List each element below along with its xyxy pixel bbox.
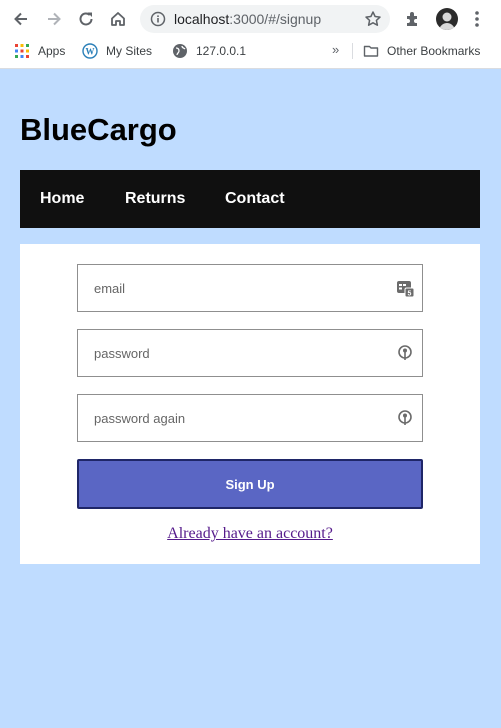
url-path: :3000/#/signup	[229, 11, 322, 27]
autofill-card-icon[interactable]: 5	[396, 279, 414, 297]
wordpress-icon: W	[82, 43, 98, 59]
browser-toolbar: localhost:3000/#/signup	[0, 0, 501, 38]
sign-up-button[interactable]: Sign Up	[77, 459, 423, 509]
browser-chrome: localhost:3000/#/signup Apps W My Sites …	[0, 0, 501, 69]
apps-grid-icon	[15, 44, 29, 58]
bookmark-star-icon[interactable]	[364, 10, 382, 28]
bookmark-other-bookmarks[interactable]: Other Bookmarks	[363, 42, 480, 60]
bookmark-label: My Sites	[106, 44, 153, 58]
url-host: localhost	[174, 11, 230, 27]
reload-icon	[79, 12, 93, 26]
password-field	[77, 329, 423, 377]
url-text: localhost:3000/#/signup	[174, 11, 321, 27]
home-icon	[111, 12, 125, 26]
forward-button[interactable]	[42, 7, 66, 31]
login-link[interactable]: Already have an account?	[20, 525, 480, 543]
nav-returns-link[interactable]: Returns	[125, 189, 185, 209]
password-input[interactable]	[78, 330, 394, 376]
email-input[interactable]	[78, 265, 394, 311]
svg-text:5: 5	[408, 291, 412, 298]
main-navigation: Home Returns Contact	[20, 170, 480, 228]
forward-arrow-icon	[48, 12, 61, 26]
email-field: 5	[77, 264, 423, 312]
back-arrow-icon	[14, 12, 27, 26]
info-icon[interactable]	[150, 11, 166, 27]
profile-avatar[interactable]	[436, 8, 458, 30]
bookmarks-bar: Apps W My Sites 127.0.0.1 » Other Bookma…	[0, 38, 501, 64]
browser-menu-icon[interactable]	[474, 10, 480, 28]
home-button[interactable]	[106, 7, 130, 31]
nav-home-link[interactable]: Home	[40, 189, 84, 209]
bookmark-label: Apps	[38, 44, 66, 58]
reload-button[interactable]	[74, 7, 98, 31]
bookmarks-divider	[352, 43, 353, 59]
bookmark-label: 127.0.0.1	[196, 44, 247, 58]
profile-photo-icon	[439, 12, 455, 30]
bookmark-my-sites[interactable]: W My Sites	[82, 42, 152, 60]
svg-text:W: W	[86, 47, 95, 57]
folder-icon	[363, 45, 379, 57]
extensions-puzzle-icon[interactable]	[403, 9, 423, 29]
signup-form: 5 Sign Up Already have an account?	[20, 244, 480, 564]
password-again-input[interactable]	[78, 395, 394, 441]
more-bookmarks-button[interactable]: »	[332, 42, 339, 57]
bookmark-label: Other Bookmarks	[387, 44, 481, 58]
back-button[interactable]	[9, 7, 33, 31]
password-again-field	[77, 394, 423, 442]
site-title: BlueCargo	[20, 112, 177, 147]
bookmark-localhost[interactable]: 127.0.0.1	[172, 42, 246, 60]
globe-icon	[173, 44, 187, 58]
address-bar[interactable]: localhost:3000/#/signup	[140, 5, 390, 33]
nav-contact-link[interactable]: Contact	[225, 189, 285, 209]
password-key-icon[interactable]	[396, 409, 414, 427]
bookmark-apps[interactable]: Apps	[14, 42, 65, 60]
password-key-icon[interactable]	[396, 344, 414, 362]
